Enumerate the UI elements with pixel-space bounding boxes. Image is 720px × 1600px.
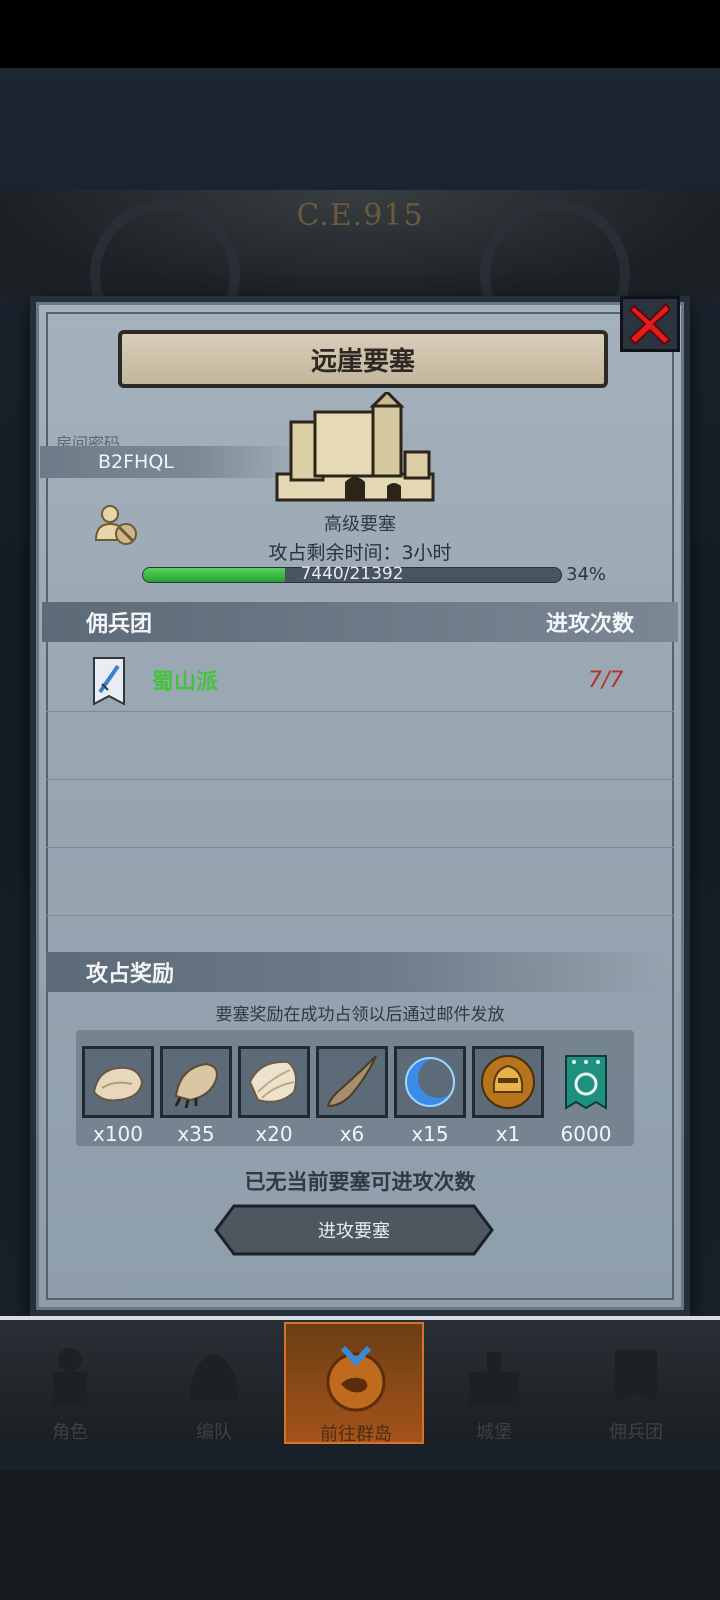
- blue-crescent-icon: [405, 1057, 458, 1107]
- mercenary-column-header: 佣兵团: [86, 612, 153, 637]
- fur-pelt-icon: [92, 1066, 144, 1102]
- guild-name: 蜀山派: [152, 670, 219, 695]
- reward-item[interactable]: x1: [472, 1046, 544, 1146]
- dialog-title: 远崖要塞: [310, 346, 415, 377]
- reward-count: x6: [339, 1122, 365, 1146]
- rewards-note: 要塞奖励在成功占领以后通过邮件发放: [215, 1005, 505, 1025]
- room-code-text: B2FHQL: [98, 451, 174, 473]
- knight-icon: [53, 1348, 87, 1406]
- system-nav-area: [0, 1470, 720, 1600]
- shell-scale-icon: [248, 1060, 297, 1103]
- no-user-icon[interactable]: [92, 500, 140, 548]
- nav-mercenary[interactable]: 佣兵团: [566, 1322, 706, 1444]
- fortress-type: 高级要塞: [324, 514, 396, 535]
- mercenary-header: 佣兵团 进攻次数: [42, 602, 678, 642]
- reward-count: x100: [92, 1122, 143, 1146]
- guild-row[interactable]: [46, 644, 674, 712]
- rewards-header: 攻占奖励: [46, 952, 666, 992]
- reward-item[interactable]: x20: [238, 1046, 310, 1146]
- beast-claw-icon: [174, 1062, 218, 1109]
- nav-formation[interactable]: 编队: [144, 1322, 284, 1444]
- era-label: C.E.915: [296, 198, 424, 233]
- guild-attack-count: 7/7: [588, 668, 624, 693]
- empty-row: [46, 780, 674, 848]
- time-left: 攻占剩余时间：3小时: [268, 542, 452, 564]
- nav-label: 佣兵团: [609, 1422, 663, 1443]
- reward-item[interactable]: x100: [82, 1046, 154, 1146]
- banner-icon: [615, 1350, 657, 1404]
- reward-count: x15: [411, 1122, 449, 1146]
- helmet-icon: [190, 1354, 238, 1400]
- golden-helmet-icon: [481, 1055, 535, 1109]
- empty-row: [46, 712, 674, 780]
- guild-banner-icon: [93, 657, 125, 706]
- reward-count: x35: [177, 1122, 215, 1146]
- close-icon: [628, 302, 672, 346]
- fortress-castle-icon: [275, 392, 435, 502]
- reward-item[interactable]: x15: [394, 1046, 466, 1146]
- horn-icon: [326, 1055, 377, 1108]
- no-attacks-message: 已无当前要塞可进攻次数: [244, 1170, 476, 1194]
- reward-item[interactable]: x6: [316, 1046, 388, 1146]
- nav-character[interactable]: 角色: [0, 1322, 140, 1444]
- nav-label: 前往群岛: [320, 1424, 392, 1445]
- empty-row: [46, 848, 674, 916]
- nav-label: 角色: [52, 1422, 88, 1443]
- nav-castle[interactable]: 城堡: [424, 1322, 564, 1444]
- capture-progress-text: 7440/21392: [300, 564, 404, 584]
- nav-label: 编队: [196, 1422, 232, 1443]
- status-bar: [0, 0, 720, 68]
- reward-item[interactable]: 6000: [550, 1046, 622, 1146]
- room-code[interactable]: B2FHQL: [40, 446, 300, 478]
- capture-progress-percent: 34%: [566, 564, 607, 585]
- nav-label: 城堡: [476, 1422, 512, 1443]
- guild-banner-icon: [565, 1055, 607, 1110]
- reward-count: 6000: [560, 1122, 612, 1146]
- attack-fortress-label: 进攻要塞: [318, 1221, 390, 1242]
- island-emblem-icon: [326, 1345, 386, 1412]
- attack-fortress-button[interactable]: 进攻要塞: [214, 1204, 494, 1256]
- rewards-title: 攻占奖励: [86, 962, 175, 987]
- castle-icon: [469, 1352, 519, 1406]
- reward-item[interactable]: x35: [160, 1046, 232, 1146]
- attacks-column-header: 进攻次数: [545, 612, 634, 637]
- close-button[interactable]: [620, 296, 680, 352]
- reward-count: x20: [255, 1122, 293, 1146]
- title-plate: 远崖要塞: [118, 330, 608, 388]
- reward-count: x1: [495, 1122, 521, 1146]
- nav-islands[interactable]: 前往群岛: [284, 1322, 424, 1445]
